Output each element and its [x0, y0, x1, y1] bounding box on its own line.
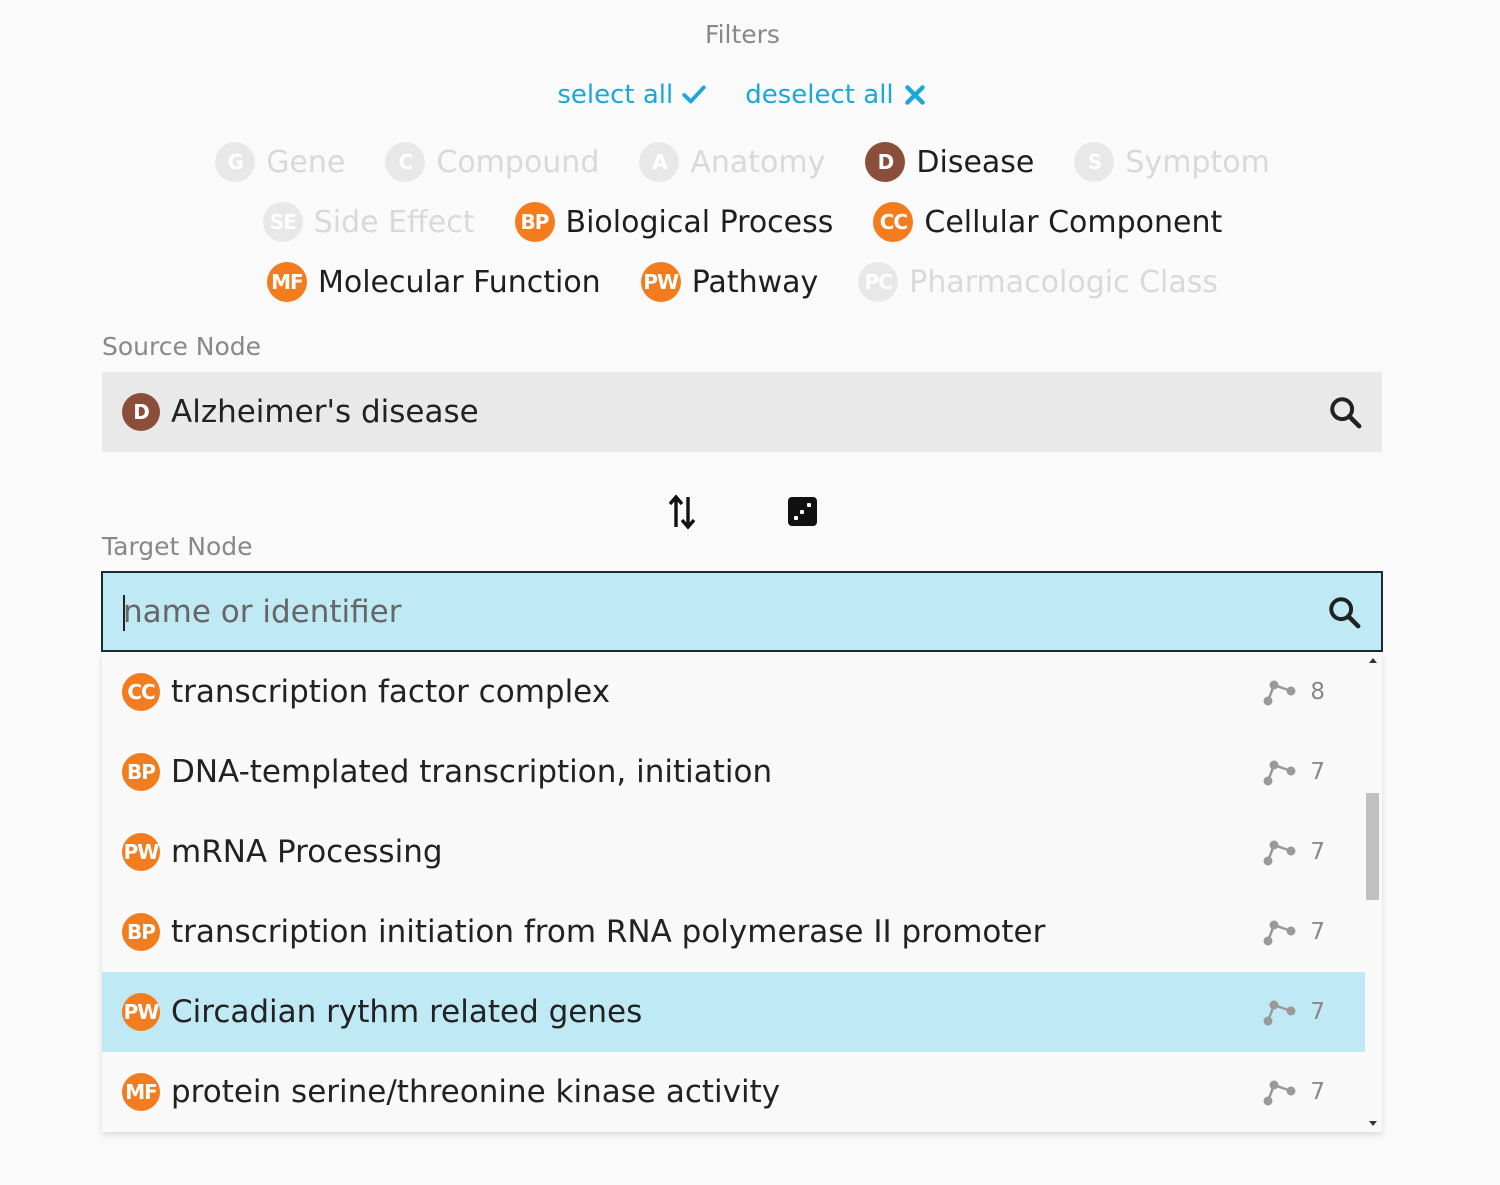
- list-item[interactable]: BP DNA-templated transcription, initiati…: [102, 732, 1365, 812]
- filter-pharmacologic-class[interactable]: PC Pharmacologic Class: [858, 262, 1218, 302]
- filter-biological-process[interactable]: BP Biological Process: [514, 202, 834, 242]
- filter-anatomy[interactable]: A Anatomy: [639, 142, 825, 182]
- swap-arrows-icon[interactable]: [666, 494, 698, 530]
- dice-icon[interactable]: [788, 497, 817, 526]
- filter-cellular-component[interactable]: CC Cellular Component: [873, 202, 1222, 242]
- source-node-value: Alzheimer's disease: [171, 394, 479, 430]
- molecular-function-badge: MF: [266, 262, 307, 302]
- list-item-highlighted[interactable]: PW Circadian rythm related genes 7: [102, 972, 1365, 1052]
- list-item[interactable]: PW mRNA Processing 7: [102, 812, 1365, 892]
- source-disease-badge: D: [122, 393, 160, 431]
- scroll-down-arrow-icon[interactable]: [1369, 1121, 1377, 1126]
- filter-row-1: G Gene C Compound A Anatomy D Disease S …: [0, 142, 1485, 182]
- select-all-button[interactable]: select all: [557, 80, 707, 110]
- result-name: transcription initiation from RNA polyme…: [171, 914, 1046, 950]
- filter-cellular-component-label: Cellular Component: [924, 204, 1223, 240]
- list-scrollbar[interactable]: [1365, 652, 1382, 1132]
- compound-badge: C: [385, 142, 426, 182]
- pathway-badge: PW: [122, 833, 160, 871]
- x-icon: [904, 85, 925, 105]
- filter-symptom[interactable]: S Symptom: [1074, 142, 1270, 182]
- path-nodes-icon: [1263, 1080, 1296, 1106]
- path-count: 7: [1260, 1077, 1325, 1107]
- path-nodes-icon: [1263, 1000, 1296, 1026]
- molecular-function-badge: MF: [122, 1073, 160, 1111]
- path-count-value: 7: [1310, 999, 1325, 1025]
- cellular-component-badge: CC: [122, 673, 160, 711]
- biological-process-badge: BP: [122, 913, 160, 951]
- filter-biological-process-label: Biological Process: [565, 204, 834, 240]
- path-nodes-icon: [1263, 920, 1296, 946]
- deselect-all-button[interactable]: deselect all: [745, 80, 927, 110]
- check-icon: [682, 85, 706, 104]
- filter-molecular-function-label: Molecular Function: [317, 264, 601, 300]
- path-count: 8: [1260, 677, 1325, 707]
- path-nodes-icon: [1263, 760, 1296, 786]
- text-caret: [123, 595, 125, 631]
- filter-disease-label: Disease: [916, 144, 1035, 180]
- cellular-component-badge: CC: [873, 202, 914, 242]
- disease-badge: D: [865, 142, 906, 182]
- result-name: Circadian rythm related genes: [171, 994, 643, 1030]
- result-name: protein serine/threonine kinase activity: [171, 1074, 781, 1110]
- filters-title: Filters: [705, 20, 780, 49]
- biological-process-badge: BP: [122, 753, 160, 791]
- scroll-up-arrow-icon[interactable]: [1369, 658, 1377, 663]
- symptom-badge: S: [1074, 142, 1115, 182]
- scrollbar-thumb[interactable]: [1366, 793, 1379, 900]
- path-count-value: 7: [1310, 759, 1325, 785]
- gene-badge: G: [215, 142, 256, 182]
- filter-symptom-label: Symptom: [1125, 144, 1270, 180]
- pharmacologic-class-badge: PC: [858, 262, 899, 302]
- path-nodes-icon: [1263, 840, 1296, 866]
- path-count-value: 7: [1310, 1079, 1325, 1105]
- list-item[interactable]: BP transcription initiation from RNA pol…: [102, 892, 1365, 972]
- filter-pathway-label: Pathway: [691, 264, 819, 300]
- anatomy-badge: A: [639, 142, 680, 182]
- filter-compound[interactable]: C Compound: [385, 142, 599, 182]
- select-all-label: select all: [557, 80, 674, 110]
- list-item[interactable]: CC transcription factor complex 8: [102, 652, 1365, 732]
- path-count-value: 8: [1310, 679, 1325, 705]
- path-count-value: 7: [1310, 919, 1325, 945]
- filter-pharmacologic-class-label: Pharmacologic Class: [909, 264, 1219, 300]
- select-controls: select all deselect all: [0, 80, 1485, 110]
- pathway-badge: PW: [640, 262, 681, 302]
- filter-row-2: SE Side Effect BP Biological Process CC …: [0, 202, 1485, 242]
- deselect-all-label: deselect all: [745, 80, 894, 110]
- filter-anatomy-label: Anatomy: [690, 144, 826, 180]
- list-item[interactable]: MF protein serine/threonine kinase activ…: [102, 1052, 1365, 1132]
- result-name: DNA-templated transcription, initiation: [171, 754, 773, 790]
- filter-gene[interactable]: G Gene: [215, 142, 345, 182]
- target-node-input[interactable]: [123, 593, 1303, 630]
- filter-compound-label: Compound: [436, 144, 600, 180]
- target-suggestions-list: CC transcription factor complex 8 BP DNA…: [102, 652, 1382, 1132]
- result-name: transcription factor complex: [171, 674, 611, 710]
- pathway-badge: PW: [122, 993, 160, 1031]
- path-nodes-icon: [1263, 680, 1296, 706]
- path-count: 7: [1260, 837, 1325, 867]
- target-node-field: [101, 571, 1383, 652]
- filter-side-effect[interactable]: SE Side Effect: [262, 202, 475, 242]
- source-node-label: Source Node: [102, 332, 262, 361]
- target-node-label: Target Node: [102, 532, 253, 561]
- result-name: mRNA Processing: [171, 834, 443, 870]
- path-count-value: 7: [1310, 839, 1325, 865]
- filter-row-3: MF Molecular Function PW Pathway PC Phar…: [0, 262, 1485, 302]
- filter-pathway[interactable]: PW Pathway: [640, 262, 819, 302]
- filter-molecular-function[interactable]: MF Molecular Function: [266, 262, 601, 302]
- biological-process-badge: BP: [514, 202, 555, 242]
- filter-gene-label: Gene: [266, 144, 346, 180]
- search-icon[interactable]: [1328, 395, 1362, 429]
- search-icon[interactable]: [1327, 595, 1361, 629]
- filter-disease[interactable]: D Disease: [865, 142, 1034, 182]
- side-effect-badge: SE: [262, 202, 303, 242]
- path-count: 7: [1260, 917, 1325, 947]
- filter-side-effect-label: Side Effect: [313, 204, 475, 240]
- path-count: 7: [1260, 757, 1325, 787]
- source-node-field[interactable]: D Alzheimer's disease: [102, 372, 1382, 452]
- path-count: 7: [1260, 997, 1325, 1027]
